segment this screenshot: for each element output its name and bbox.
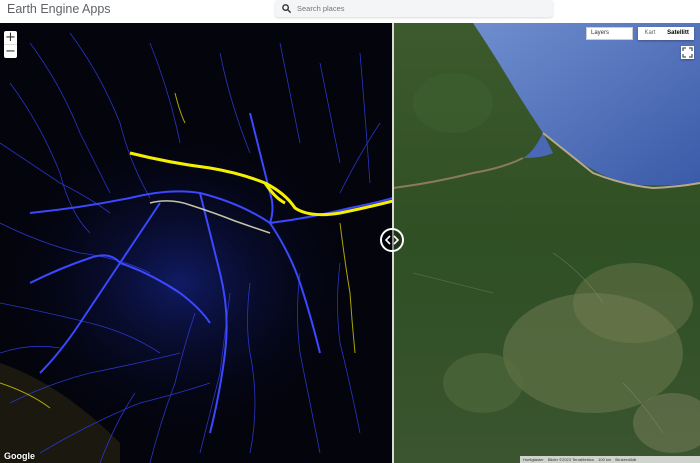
satellite-map[interactable] [393, 23, 700, 463]
river-layer-map[interactable] [0, 23, 393, 463]
map-type-satellitt-button[interactable]: Satellitt [662, 27, 694, 40]
fullscreen-icon [682, 47, 693, 58]
zoom-controls: + − [4, 31, 17, 58]
zoom-out-button[interactable]: − [4, 45, 17, 58]
map-type-control: Kart Satellitt [638, 27, 694, 40]
attribution-terms-link[interactable]: Brukervilkår [615, 457, 636, 462]
layers-select[interactable]: Layers [586, 27, 633, 40]
search-input[interactable] [297, 1, 547, 15]
map-attribution: Hurtigtaster Bilder ©2023 TerraMetrics 1… [520, 456, 700, 463]
app-header: Earth Engine Apps [0, 0, 700, 23]
attribution-shortcuts-link[interactable]: Hurtigtaster [523, 457, 544, 462]
zoom-in-button[interactable]: + [4, 31, 17, 44]
river-network-visual [0, 23, 393, 463]
search-icon [282, 4, 292, 14]
swipe-handle[interactable] [380, 228, 404, 252]
satellite-imagery-visual [393, 23, 700, 463]
map-area[interactable] [0, 23, 700, 463]
google-logo: Google [4, 451, 35, 461]
fullscreen-button[interactable] [681, 46, 694, 59]
attribution-scale-text: 100 km [598, 457, 612, 462]
search-box[interactable] [275, 0, 553, 17]
app-title: Earth Engine Apps [7, 2, 111, 16]
chevrons-left-right-icon [385, 235, 399, 245]
map-type-kart-button[interactable]: Kart [638, 27, 662, 40]
attribution-imagery-text: Bilder ©2023 TerraMetrics [547, 457, 595, 462]
